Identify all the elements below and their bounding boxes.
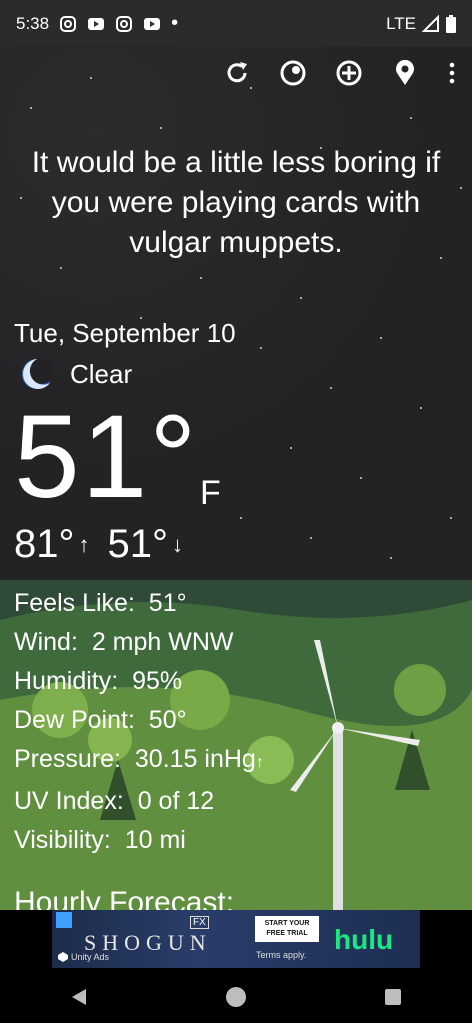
- ad-creative[interactable]: SHOGUN FX START YOUR FREE TRIAL Terms ap…: [52, 910, 420, 968]
- overflow-menu-icon: [449, 62, 455, 84]
- current-condition: Clear: [20, 357, 132, 391]
- location-pin-icon: [396, 59, 414, 85]
- detail-wind: Wind: 2 mph WNW: [14, 628, 234, 656]
- detail-feels-like: Feels Like: 51°: [14, 589, 187, 617]
- recents-button[interactable]: [373, 977, 413, 1017]
- low-temp: 51°: [107, 522, 169, 566]
- unity-icon: [58, 952, 68, 962]
- youtube-icon: [88, 17, 105, 30]
- ad-brand-logo: hulu: [334, 924, 394, 955]
- temperature-unit: F: [200, 474, 221, 512]
- add-location-icon: [336, 60, 362, 86]
- weather-quote: It would be a little less boring if you …: [31, 146, 441, 259]
- refresh-icon: [227, 62, 247, 83]
- back-button[interactable]: [59, 977, 99, 1017]
- toolbar: [222, 58, 458, 88]
- youtube-icon: [144, 17, 161, 30]
- recents-icon: [385, 988, 402, 1005]
- high-temp: 81°: [14, 522, 75, 566]
- theme-icon: [280, 60, 306, 86]
- status-bar: 5:38 • LTE: [0, 0, 472, 47]
- high-low: 81° ↑ 51° ↓: [14, 522, 183, 567]
- battery-icon: [446, 14, 456, 33]
- back-icon: [71, 988, 86, 1005]
- current-temperature: 51°: [14, 391, 199, 523]
- detail-uv-index: UV Index: 0 of 12: [14, 787, 215, 815]
- network-label: LTE: [386, 13, 416, 33]
- ad-cta-button[interactable]: START YOUR FREE TRIAL: [255, 916, 319, 942]
- pressure-rising-icon: ↑: [255, 754, 264, 771]
- detail-dew-point: Dew Point: 50°: [14, 706, 187, 734]
- up-arrow-icon: ↑: [78, 531, 90, 557]
- down-arrow-icon: ↓: [172, 531, 183, 557]
- home-icon: [225, 986, 246, 1007]
- ad-banner[interactable]: SHOGUN FX START YOUR FREE TRIAL Terms ap…: [0, 910, 472, 970]
- add-location-button[interactable]: [334, 58, 364, 88]
- instagram-icon: [116, 15, 133, 32]
- home-button[interactable]: [216, 977, 256, 1017]
- detail-pressure: Pressure: 30.15 inHg↑: [14, 745, 264, 773]
- hourly-forecast-heading: Hourly Forecast:: [14, 886, 235, 910]
- detail-humidity: Humidity: 95%: [14, 667, 183, 695]
- ad-terms: Terms apply.: [256, 950, 307, 960]
- ad-choices-icon[interactable]: [56, 912, 72, 928]
- current-date: Tue, September 10: [14, 318, 236, 348]
- ad-network-badge: FX: [190, 916, 209, 929]
- system-nav-bar: [0, 970, 472, 1023]
- theme-button[interactable]: [278, 58, 308, 88]
- overflow-menu-button[interactable]: [446, 58, 458, 88]
- detail-visibility: Visibility: 10 mi: [14, 826, 186, 854]
- instagram-icon: [60, 15, 77, 32]
- weather-details: Feels Like: 51° Wind: 2 mph WNW Humidity…: [14, 584, 264, 860]
- refresh-button[interactable]: [222, 58, 252, 88]
- signal-icon: [422, 14, 439, 32]
- location-button[interactable]: [390, 58, 420, 88]
- moon-icon: [22, 358, 54, 389]
- status-time: 5:38: [16, 13, 50, 33]
- condition-label: Clear: [70, 358, 133, 389]
- ad-network-label: Unity Ads: [58, 952, 109, 962]
- notification-dot: •: [171, 12, 179, 34]
